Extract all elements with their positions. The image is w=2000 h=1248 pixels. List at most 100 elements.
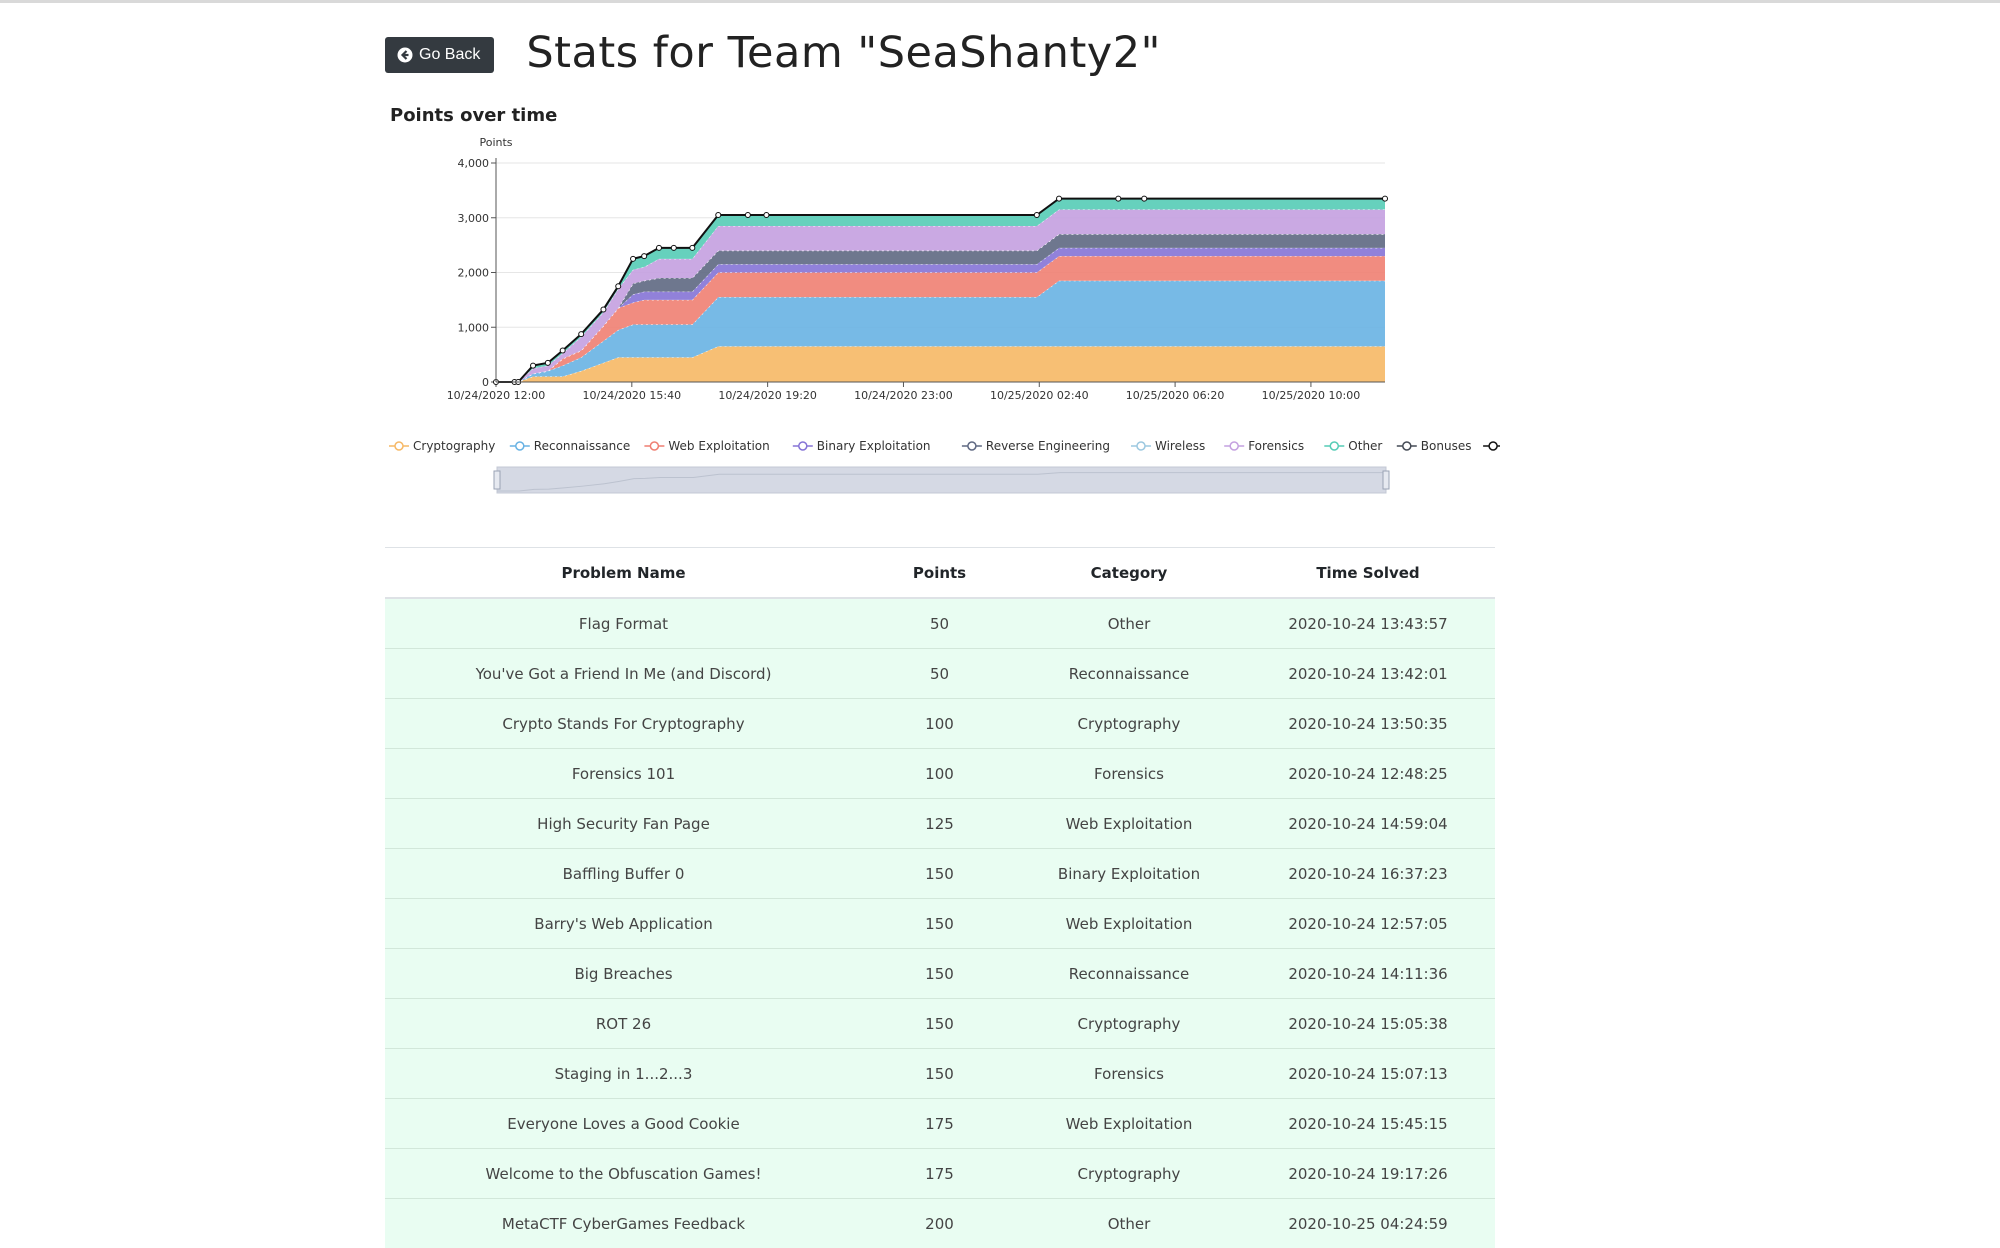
cell-time-solved: 2020-10-24 14:11:36 (1241, 949, 1495, 999)
chart-svg: Points over timePoints01,0002,0003,0004,… (385, 100, 1500, 520)
go-back-label: Go Back (419, 46, 480, 64)
total-point (671, 245, 676, 250)
cell-points: 50 (862, 598, 1017, 649)
cell-category: Reconnaissance (1017, 949, 1241, 999)
cell-problem-name: Welcome to the Obfuscation Games! (385, 1149, 862, 1199)
cell-time-solved: 2020-10-24 12:57:05 (1241, 899, 1495, 949)
legend-label-web-exploitation: Web Exploitation (668, 439, 769, 453)
cell-points: 150 (862, 849, 1017, 899)
legend-label-wireless: Wireless (1155, 439, 1205, 453)
header-problem-name: Problem Name (385, 548, 862, 599)
legend-label-binary-exploitation: Binary Exploitation (817, 439, 931, 453)
table-row: MetaCTF CyberGames Feedback200Other2020-… (385, 1199, 1495, 1248)
total-point (642, 254, 647, 259)
y-axis-label: Points (479, 136, 512, 149)
cell-time-solved: 2020-10-24 15:45:15 (1241, 1099, 1495, 1149)
table-row: High Security Fan Page125Web Exploitatio… (385, 799, 1495, 849)
top-border (0, 0, 2000, 3)
cell-category: Forensics (1017, 1049, 1241, 1099)
cell-category: Reconnaissance (1017, 649, 1241, 699)
table-row: Baffling Buffer 0150Binary Exploitation2… (385, 849, 1495, 899)
page-title: Stats for Team "SeaShanty2" (526, 28, 1161, 78)
total-point (579, 332, 584, 337)
total-point (656, 245, 661, 250)
legend-label-cryptography: Cryptography (413, 439, 495, 453)
cell-time-solved: 2020-10-24 15:05:38 (1241, 999, 1495, 1049)
legend-marker-forensics (1230, 442, 1238, 450)
cell-points: 175 (862, 1149, 1017, 1199)
total-point (1057, 196, 1062, 201)
cell-category: Other (1017, 598, 1241, 649)
legend-label-bonuses: Bonuses (1421, 439, 1472, 453)
cell-time-solved: 2020-10-24 16:37:23 (1241, 849, 1495, 899)
cell-points: 150 (862, 949, 1017, 999)
table-row: Forensics 101100Forensics2020-10-24 12:4… (385, 749, 1495, 799)
cell-problem-name: Everyone Loves a Good Cookie (385, 1099, 862, 1149)
total-point (690, 245, 695, 250)
table-row: Flag Format50Other2020-10-24 13:43:57 (385, 598, 1495, 649)
total-point (631, 256, 636, 261)
solves-table: Problem Name Points Category Time Solved… (385, 547, 1495, 1248)
zoom-handle-left (494, 471, 500, 489)
table-header-row: Problem Name Points Category Time Solved (385, 548, 1495, 599)
cell-problem-name: Flag Format (385, 598, 862, 649)
legend-marker-other (1330, 442, 1338, 450)
cell-points: 100 (862, 749, 1017, 799)
zoom-slider-track (497, 467, 1386, 493)
cell-problem-name: Baffling Buffer 0 (385, 849, 862, 899)
cell-problem-name: MetaCTF CyberGames Feedback (385, 1199, 862, 1248)
table-row: You've Got a Friend In Me (and Discord)5… (385, 649, 1495, 699)
x-tick-label: 10/24/2020 19:20 (718, 389, 817, 402)
total-point (1116, 196, 1121, 201)
cell-category: Cryptography (1017, 699, 1241, 749)
legend-marker-total (1489, 442, 1497, 450)
cell-points: 150 (862, 899, 1017, 949)
total-point (560, 348, 565, 353)
legend-label-forensics: Forensics (1248, 439, 1304, 453)
total-point (601, 307, 606, 312)
y-tick-label: 3,000 (458, 212, 490, 225)
legend-label-reverse-engineering: Reverse Engineering (986, 439, 1110, 453)
cell-category: Cryptography (1017, 1149, 1241, 1199)
legend-marker-binary-exploitation (799, 442, 807, 450)
cell-time-solved: 2020-10-24 14:59:04 (1241, 799, 1495, 849)
cell-points: 175 (862, 1099, 1017, 1149)
cell-category: Web Exploitation (1017, 1099, 1241, 1149)
cell-problem-name: Barry's Web Application (385, 899, 862, 949)
cell-time-solved: 2020-10-24 13:43:57 (1241, 598, 1495, 649)
cell-time-solved: 2020-10-24 13:42:01 (1241, 649, 1495, 699)
legend-label-other: Other (1348, 439, 1382, 453)
cell-points: 150 (862, 999, 1017, 1049)
legend-marker-cryptography (395, 442, 403, 450)
table-row: Everyone Loves a Good Cookie175Web Explo… (385, 1099, 1495, 1149)
solves-table-container: Problem Name Points Category Time Solved… (385, 547, 1495, 1248)
legend-marker-bonuses (1403, 442, 1411, 450)
cell-time-solved: 2020-10-24 19:17:26 (1241, 1149, 1495, 1199)
cell-problem-name: High Security Fan Page (385, 799, 862, 849)
legend-label-reconnaissance: Reconnaissance (534, 439, 630, 453)
cell-points: 200 (862, 1199, 1017, 1248)
table-row: Barry's Web Application150Web Exploitati… (385, 899, 1495, 949)
table-row: Crypto Stands For Cryptography100Cryptog… (385, 699, 1495, 749)
cell-points: 50 (862, 649, 1017, 699)
x-tick-label: 10/24/2020 23:00 (854, 389, 953, 402)
total-point (1142, 196, 1147, 201)
cell-points: 150 (862, 1049, 1017, 1099)
chart-title: Points over time (390, 105, 557, 126)
cell-category: Web Exploitation (1017, 899, 1241, 949)
cell-time-solved: 2020-10-24 13:50:35 (1241, 699, 1495, 749)
total-point (531, 363, 536, 368)
y-tick-label: 4,000 (458, 157, 490, 170)
total-point (716, 213, 721, 218)
cell-category: Other (1017, 1199, 1241, 1248)
go-back-button[interactable]: Go Back (385, 37, 494, 73)
y-tick-label: 2,000 (458, 267, 490, 280)
cell-category: Web Exploitation (1017, 799, 1241, 849)
x-tick-label: 10/24/2020 15:40 (583, 389, 682, 402)
x-tick-label: 10/24/2020 12:00 (447, 389, 546, 402)
cell-category: Forensics (1017, 749, 1241, 799)
cell-points: 125 (862, 799, 1017, 849)
header-time-solved: Time Solved (1241, 548, 1495, 599)
cell-category: Cryptography (1017, 999, 1241, 1049)
table-row: ROT 26150Cryptography2020-10-24 15:05:38 (385, 999, 1495, 1049)
